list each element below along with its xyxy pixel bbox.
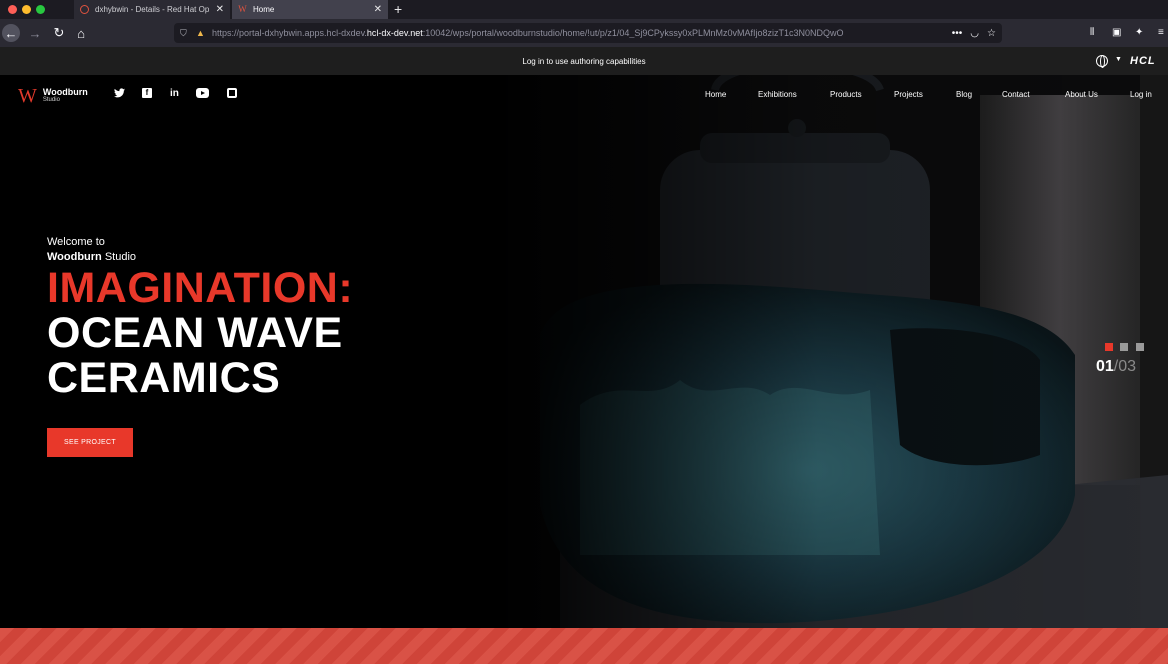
studio-line: Woodburn Studio bbox=[47, 251, 137, 263]
see-project-button[interactable]: SEE PROJECT bbox=[47, 428, 133, 457]
shield-icon[interactable]: ⛉ bbox=[180, 28, 192, 39]
close-window-button[interactable] bbox=[8, 5, 17, 14]
slide-total: /03 bbox=[1113, 358, 1137, 375]
nav-about-us[interactable]: About Us bbox=[1065, 90, 1098, 99]
redhat-favicon-icon bbox=[80, 5, 89, 14]
zoom-window-button[interactable] bbox=[36, 5, 45, 14]
nav-home[interactable]: Home bbox=[705, 90, 726, 99]
slide-counter: 01/03 bbox=[1096, 358, 1136, 376]
tab-close-icon[interactable]: ✕ bbox=[374, 4, 382, 15]
nav-blog[interactable]: Blog bbox=[956, 90, 972, 99]
headline-line-3: CERAMICS bbox=[47, 354, 281, 402]
linkedin-icon[interactable]: in bbox=[170, 88, 179, 100]
extensions-icon[interactable]: ✦ bbox=[1135, 27, 1143, 38]
library-icon[interactable]: ⫴ bbox=[1090, 27, 1094, 38]
hero-welcome: Welcome to Woodburn Studio bbox=[47, 235, 136, 265]
woodburn-favicon-icon: W bbox=[238, 4, 247, 14]
browser-tab-home[interactable]: W Home ✕ bbox=[232, 0, 388, 19]
back-icon[interactable]: ← bbox=[2, 24, 20, 42]
minimize-window-button[interactable] bbox=[22, 5, 31, 14]
authoring-notice-bar: Log in to use authoring capabilities ▼ H… bbox=[0, 47, 1168, 75]
address-bar[interactable]: ⛉ ▲ https://portal-dxhybwin.apps.hcl-dxd… bbox=[174, 23, 1002, 43]
url-text[interactable]: https://portal-dxhybwin.apps.hcl-dxdev.h… bbox=[212, 28, 944, 38]
chevron-down-icon[interactable]: ▼ bbox=[1115, 56, 1122, 63]
twitter-icon[interactable] bbox=[114, 88, 125, 102]
hcl-logo: HCL bbox=[1130, 55, 1156, 67]
instagram-icon[interactable] bbox=[227, 88, 237, 98]
tab-title: dxhybwin - Details - Red Hat Op bbox=[95, 5, 210, 14]
facebook-icon[interactable]: f bbox=[142, 88, 152, 98]
headline-accent: IMAGINATION: bbox=[47, 264, 354, 312]
new-tab-icon[interactable]: + bbox=[394, 1, 402, 17]
nav-exhibitions[interactable]: Exhibitions bbox=[758, 90, 797, 99]
logo-subtitle: Studio bbox=[42, 97, 60, 103]
nav-products[interactable]: Products bbox=[830, 90, 862, 99]
slide-dot-2[interactable] bbox=[1120, 343, 1128, 351]
home-icon[interactable]: ⌂ bbox=[72, 24, 90, 42]
browser-tab-strip: dxhybwin - Details - Red Hat Op ✕ W Home… bbox=[0, 0, 1168, 19]
logo-name: Woodburn bbox=[42, 87, 88, 97]
nav-contact[interactable]: Contact bbox=[1002, 90, 1030, 99]
hero-headline: IMAGINATION: OCEAN WAVE CERAMICS bbox=[47, 266, 353, 401]
forward-icon[interactable]: → bbox=[26, 24, 44, 42]
youtube-icon[interactable] bbox=[196, 88, 209, 98]
slide-dot-1[interactable] bbox=[1105, 343, 1113, 351]
sidebar-icon[interactable]: ▣ bbox=[1112, 27, 1121, 38]
headline-line-2: OCEAN WAVE bbox=[47, 309, 343, 357]
lock-warning-icon[interactable]: ▲ bbox=[196, 28, 208, 38]
browser-tab-details[interactable]: dxhybwin - Details - Red Hat Op ✕ bbox=[74, 0, 230, 19]
slide-current: 01 bbox=[1096, 358, 1114, 375]
browser-toolbar: ← → ↻ ⌂ ⛉ ▲ https://portal-dxhybwin.apps… bbox=[0, 19, 1168, 47]
more-icon[interactable]: ••• bbox=[952, 28, 963, 39]
section-band bbox=[0, 628, 1168, 664]
authoring-notice-text[interactable]: Log in to use authoring capabilities bbox=[522, 57, 645, 66]
nav-projects[interactable]: Projects bbox=[894, 90, 923, 99]
pocket-icon[interactable]: ◡ bbox=[970, 28, 979, 39]
nav-log-in[interactable]: Log in bbox=[1130, 90, 1152, 99]
bookmark-star-icon[interactable]: ☆ bbox=[987, 28, 996, 39]
menu-icon[interactable]: ≡ bbox=[1158, 27, 1164, 38]
hero-section: W Woodburn Studio f in Home Exhibitions … bbox=[0, 75, 1168, 628]
reload-icon[interactable]: ↻ bbox=[50, 24, 68, 42]
globe-icon[interactable] bbox=[1096, 55, 1108, 68]
tab-title: Home bbox=[253, 5, 275, 14]
site-logo[interactable]: W Woodburn Studio bbox=[18, 85, 88, 107]
slide-dot-3[interactable] bbox=[1136, 343, 1144, 351]
tab-close-icon[interactable]: ✕ bbox=[216, 4, 224, 15]
logo-mark: W bbox=[18, 85, 37, 107]
welcome-line: Welcome to bbox=[47, 236, 105, 248]
